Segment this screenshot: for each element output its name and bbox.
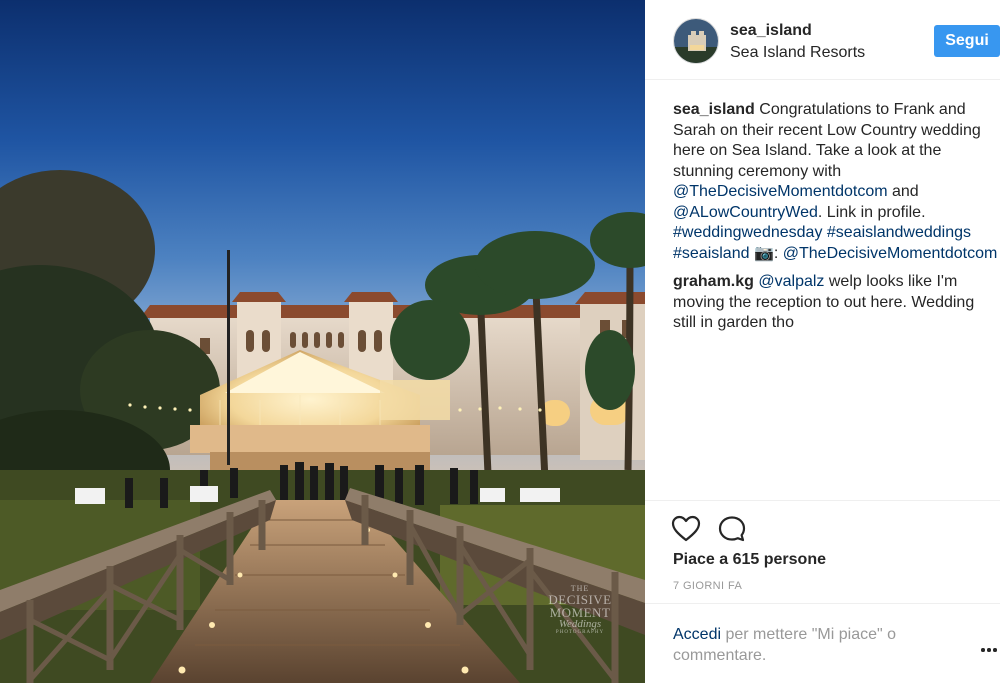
caption-mention[interactable]: @ALowCountryWed bbox=[673, 204, 818, 221]
caption-mention[interactable]: @TheDecisiveMomentdotcom bbox=[783, 245, 998, 262]
watermark-line: Weddings bbox=[558, 618, 602, 630]
photographer-watermark: THE DECISIVE MOMENT Weddings PHOTOGRAPHY bbox=[540, 585, 620, 655]
watermark-line: PHOTOGRAPHY bbox=[555, 630, 605, 635]
post-actions: Piace a 615 persone 7 GIORNI FA bbox=[645, 500, 1000, 603]
caption-text: Congratulations to Frank and Sarah on th… bbox=[673, 101, 997, 262]
follow-button[interactable]: Segui bbox=[934, 25, 1000, 57]
header-location[interactable]: Sea Island Resorts bbox=[730, 44, 865, 62]
caption-hashtag[interactable]: #weddingwednesday bbox=[673, 224, 822, 241]
caption-hashtag[interactable]: #seaisland bbox=[673, 245, 750, 262]
heart-outline-icon[interactable] bbox=[671, 515, 701, 543]
caption-text-part: and bbox=[887, 183, 919, 200]
post-photo[interactable]: THE DECISIVE MOMENT Weddings PHOTOGRAPHY bbox=[0, 0, 645, 683]
caption-hashtag[interactable]: #seaislandweddings bbox=[827, 224, 971, 241]
caption-username[interactable]: sea_island bbox=[673, 101, 755, 118]
speech-bubble-icon[interactable] bbox=[717, 515, 747, 543]
post-timestamp[interactable]: 7 GIORNI FA bbox=[673, 580, 742, 592]
likes-count[interactable]: Piace a 615 persone bbox=[673, 551, 826, 569]
login-link[interactable]: Accedi bbox=[673, 626, 721, 643]
caption-mention[interactable]: @TheDecisiveMomentdotcom bbox=[673, 183, 888, 200]
comments-list: sea_island Congratulations to Frank and … bbox=[673, 100, 1000, 342]
photo-illustration bbox=[0, 0, 645, 683]
camera-emoji-icon: 📷 bbox=[753, 244, 774, 262]
post-sidebar: sea_island Sea Island Resorts Segui sea_… bbox=[645, 0, 1000, 683]
comment-username[interactable]: graham.kg bbox=[673, 273, 754, 290]
comment-mention[interactable]: @valpalz bbox=[758, 273, 824, 290]
post-header: sea_island Sea Island Resorts Segui bbox=[645, 0, 1000, 80]
login-prompt-section: Accedi per mettere "Mi piace" o commenta… bbox=[645, 603, 1000, 683]
avatar[interactable] bbox=[673, 18, 719, 64]
header-username[interactable]: sea_island bbox=[730, 22, 812, 40]
login-prompt: Accedi per mettere "Mi piace" o commenta… bbox=[673, 624, 943, 666]
caption: sea_island Congratulations to Frank and … bbox=[673, 100, 1000, 264]
avatar-image bbox=[674, 19, 718, 63]
comment-item: graham.kg @valpalz welp looks like I'm m… bbox=[673, 272, 1000, 334]
caption-text-part: . Link in profile. bbox=[817, 203, 926, 221]
more-options-icon[interactable] bbox=[981, 648, 997, 654]
caption-text-part: : bbox=[773, 244, 783, 262]
